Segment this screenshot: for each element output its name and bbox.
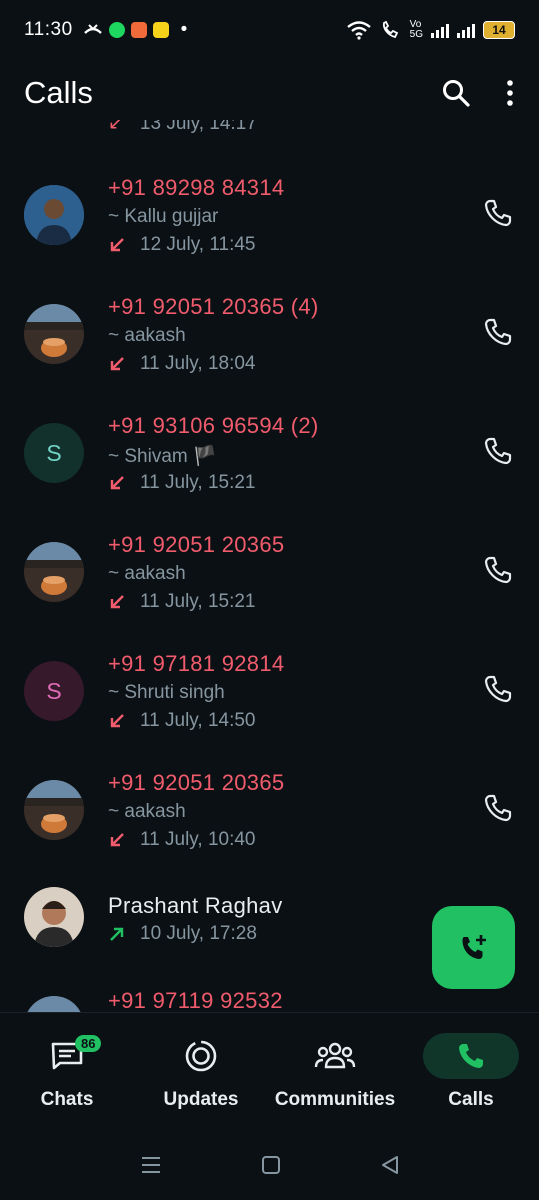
avatar[interactable] [24, 304, 84, 364]
caller-name: ~ aakash [108, 563, 186, 584]
coffee-cup-photo-icon [24, 996, 84, 1012]
call-row[interactable]: +91 92051 20365 ~ aakash 11 July, 10:40 [0, 750, 539, 869]
contact-name: Prashant Raghav [108, 893, 283, 918]
voice-call-icon[interactable] [483, 198, 513, 228]
app-notification-icon [130, 22, 147, 38]
avatar[interactable] [24, 887, 84, 947]
avatar[interactable] [24, 185, 84, 245]
system-nav-bar [0, 1130, 539, 1200]
missed-call-arrow-icon [110, 476, 124, 490]
avatar-letter: S [46, 677, 62, 704]
missed-call-arrow-icon [110, 833, 124, 847]
recent-apps-icon[interactable] [140, 1155, 162, 1175]
coffee-cup-photo-icon [24, 304, 84, 364]
outgoing-call-arrow-icon [110, 927, 124, 941]
call-row[interactable]: +91 92051 20365 (4) ~ aakash 11 July, 18… [0, 274, 539, 393]
spotify-icon [108, 22, 125, 38]
nav-updates[interactable]: Updates [134, 1033, 268, 1111]
call-meta: 10 July, 17:28 [108, 923, 257, 945]
avatar-letter: S [46, 439, 62, 466]
notification-icons: • [83, 19, 188, 41]
missed-call-notification-icon [83, 24, 102, 34]
voice-call-icon[interactable] [483, 674, 513, 704]
page-title: Calls [24, 75, 93, 110]
wifi-icon [346, 21, 371, 40]
call-meta: 11 July, 14:50 [108, 710, 255, 732]
missed-call-arrow-icon [110, 595, 124, 609]
phone-icon [459, 1044, 483, 1068]
signal-1-icon [431, 22, 449, 38]
person-photo-icon [24, 185, 84, 245]
battery-icon: 14 [483, 21, 515, 39]
flipkart-icon [152, 22, 169, 38]
avatar[interactable] [24, 542, 84, 602]
missed-call-arrow-icon [110, 714, 124, 728]
voice-call-icon[interactable] [483, 555, 513, 585]
new-call-fab[interactable] [432, 906, 515, 989]
nav-label-calls: Calls [448, 1089, 494, 1110]
app-header: Calls [0, 66, 539, 120]
voice-call-icon[interactable] [483, 793, 513, 823]
caller-name: ~ Kallu gujjar [108, 206, 219, 227]
status-time: 11:30 [24, 19, 73, 40]
caller-number: +91 89298 84314 [108, 175, 285, 200]
call-row[interactable]: +91 97119 92532 [0, 988, 539, 1012]
caller-number: +91 92051 20365 (4) [108, 294, 319, 319]
caller-name: ~ aakash [108, 801, 186, 822]
missed-call-arrow-icon [110, 238, 124, 252]
call-row[interactable]: S +91 93106 96594 (2) ~ Shivam 🏴 11 July… [0, 393, 539, 512]
nav-chats[interactable]: 86 Chats [0, 1033, 134, 1111]
volte-label: Vo 5G [409, 19, 423, 40]
caller-number: +91 92051 20365 [108, 770, 285, 795]
signal-2-icon [457, 22, 475, 38]
missed-call-arrow-icon [110, 357, 124, 371]
unread-badge: 86 [75, 1035, 102, 1052]
call-row[interactable]: +91 89298 84314 ~ Kallu gujjar 12 July, … [0, 155, 539, 274]
voice-call-icon[interactable] [483, 436, 513, 466]
more-notifications-dot: • [180, 19, 188, 40]
nav-calls[interactable]: Calls [404, 1033, 538, 1111]
wifi-calling-icon [382, 20, 398, 39]
coffee-cup-photo-icon [24, 542, 84, 602]
status-indicators: Vo 5G 14 [346, 20, 515, 40]
call-list[interactable]: ↙ 13 July, 14:17 +91 89298 84314 ~ Kallu … [0, 120, 539, 1012]
avatar[interactable] [24, 780, 84, 840]
caller-name: ~ Shivam 🏴 [108, 446, 217, 467]
avatar[interactable] [24, 996, 84, 1012]
voice-call-icon[interactable] [483, 317, 513, 347]
back-icon[interactable] [380, 1155, 400, 1175]
nav-label-communities: Communities [274, 1089, 396, 1110]
status-bar: 11:30 • Vo 5G 14 [0, 0, 539, 60]
clipped-call-meta: ↙ 13 July, 14:17 [108, 120, 257, 134]
coffee-cup-photo-icon [24, 780, 84, 840]
call-meta: 11 July, 15:21 [108, 591, 255, 613]
avatar[interactable]: S [24, 423, 84, 483]
caller-number: +91 97181 92814 [108, 651, 285, 676]
bottom-nav: 86 Chats Updates Communities Calls [0, 1012, 539, 1131]
call-row[interactable]: +91 92051 20365 ~ aakash 11 July, 15:21 [0, 512, 539, 631]
more-vertical-icon[interactable] [505, 78, 515, 108]
home-icon[interactable] [261, 1155, 281, 1175]
search-icon[interactable] [441, 78, 471, 108]
communities-icon [314, 1042, 356, 1069]
nav-label-updates: Updates [163, 1089, 239, 1110]
caller-name: ~ aakash [108, 325, 186, 346]
caller-number: +91 92051 20365 [108, 532, 285, 557]
updates-icon [185, 1040, 217, 1072]
call-meta: 11 July, 10:40 [108, 829, 255, 851]
call-meta: 11 July, 18:04 [108, 353, 255, 375]
caller-number: +91 93106 96594 (2) [108, 413, 319, 438]
person-photo-icon [24, 887, 84, 947]
add-call-icon [462, 934, 486, 959]
nav-label-chats: Chats [40, 1089, 94, 1110]
call-row[interactable]: S +91 97181 92814 ~ Shruti singh 11 July… [0, 631, 539, 750]
caller-name: ~ Shruti singh [108, 682, 225, 703]
avatar[interactable]: S [24, 661, 84, 721]
call-meta: 11 July, 15:21 [108, 472, 255, 494]
call-meta: 12 July, 11:45 [108, 234, 255, 256]
caller-number: +91 97119 92532 [108, 988, 283, 1012]
nav-communities[interactable]: Communities [268, 1033, 402, 1111]
